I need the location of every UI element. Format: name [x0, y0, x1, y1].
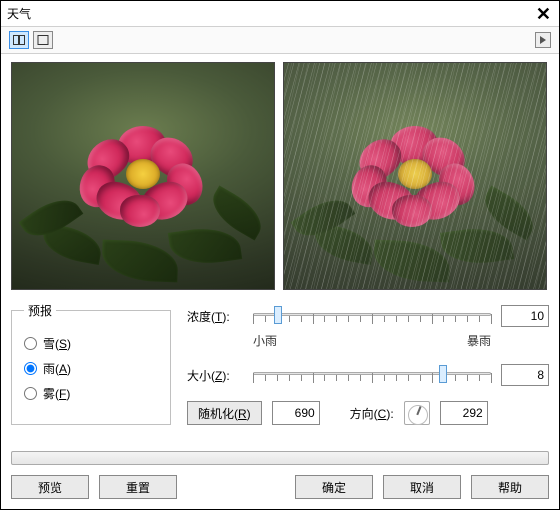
intensity-label: 浓度(T): [187, 308, 243, 325]
ok-button[interactable]: 确定 [295, 475, 373, 499]
radio-snow[interactable]: 雪(S) [24, 335, 160, 352]
cancel-button[interactable]: 取消 [383, 475, 461, 499]
intensity-slider[interactable] [253, 305, 491, 327]
footer: 预览 重置 确定 取消 帮助 [1, 465, 559, 509]
play-icon[interactable] [535, 32, 551, 48]
randomize-button[interactable]: 随机化(R) [187, 401, 262, 425]
radio-snow-input[interactable] [24, 337, 37, 350]
intensity-low-label: 小雨 [253, 332, 277, 349]
randomize-seed[interactable] [272, 401, 320, 425]
radio-fog-input[interactable] [24, 387, 37, 400]
radio-fog[interactable]: 雾(F) [24, 385, 160, 402]
preview-button[interactable]: 预览 [11, 475, 89, 499]
radio-snow-label[interactable]: 雪(S) [43, 335, 71, 352]
close-icon[interactable]: ✕ [536, 5, 551, 23]
toolbar [1, 26, 559, 54]
forecast-legend: 预报 [24, 302, 56, 319]
reset-button[interactable]: 重置 [99, 475, 177, 499]
view-single-button[interactable] [33, 31, 53, 49]
size-value[interactable] [501, 364, 549, 386]
preview-effect[interactable] [283, 62, 547, 290]
view-side-by-side-button[interactable] [9, 31, 29, 49]
direction-label: 方向(C): [350, 405, 394, 422]
window-title: 天气 [7, 5, 31, 22]
preview-original[interactable] [11, 62, 275, 290]
size-slider[interactable] [253, 364, 491, 386]
progress-bar [11, 451, 549, 465]
forecast-group: 预报 雪(S) 雨(A) 雾(F) [11, 302, 171, 425]
titlebar: 天气 ✕ [1, 1, 559, 26]
radio-fog-label[interactable]: 雾(F) [43, 385, 70, 402]
intensity-high-label: 暴雨 [467, 332, 491, 349]
radio-rain[interactable]: 雨(A) [24, 360, 160, 377]
radio-rain-input[interactable] [24, 362, 37, 375]
preview-panes [11, 62, 549, 290]
direction-value[interactable] [440, 401, 488, 425]
help-button[interactable]: 帮助 [471, 475, 549, 499]
radio-rain-label[interactable]: 雨(A) [43, 360, 71, 377]
size-label: 大小(Z): [187, 367, 243, 384]
direction-dial[interactable] [404, 401, 430, 425]
intensity-value[interactable] [501, 305, 549, 327]
